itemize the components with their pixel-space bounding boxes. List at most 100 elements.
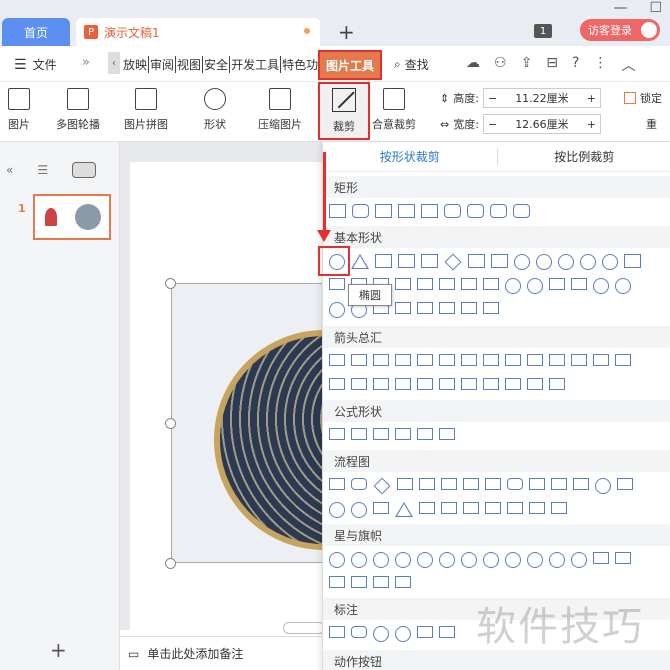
shape-right-bracket[interactable] [439, 302, 455, 314]
width-decrement[interactable]: − [488, 118, 497, 131]
shape-striped-arrow[interactable] [329, 378, 345, 390]
shape-left-brace[interactable] [461, 302, 477, 314]
add-slide-button[interactable]: + [50, 638, 67, 662]
shape-circular-arrow[interactable] [549, 378, 565, 390]
shape-frame[interactable] [329, 278, 345, 290]
shape-flow-connector[interactable] [595, 478, 611, 494]
shape-ribbon-up[interactable] [593, 552, 609, 564]
shape-flow-manual-input[interactable] [551, 478, 567, 490]
shape-scroll-horizontal[interactable] [351, 576, 367, 588]
shape-teardrop[interactable] [624, 254, 641, 268]
shape-flow-stored-data[interactable] [441, 502, 457, 514]
tab-document[interactable]: P 演示文稿1 [76, 18, 320, 46]
shape-flow-manual-operation[interactable] [573, 478, 589, 490]
shape-round-diag-rect[interactable] [490, 204, 507, 218]
shape-parallelogram[interactable] [398, 254, 415, 268]
window-count-badge[interactable]: 1 [534, 24, 552, 38]
shape-rounded-rect[interactable] [352, 204, 369, 218]
tab-picture-tools[interactable]: 图片工具 [318, 50, 382, 80]
thumbnail-view-icon[interactable] [72, 162, 97, 178]
shape-down-arrow-callout[interactable] [483, 378, 499, 390]
shape-scroll-vertical[interactable] [329, 576, 345, 588]
shape-ribbon-down[interactable] [615, 552, 631, 564]
shape-flow-display[interactable] [551, 502, 567, 514]
shape-snip-round-rect[interactable] [513, 204, 530, 218]
shape-left-bracket[interactable] [417, 302, 433, 314]
new-tab-button[interactable]: + [338, 20, 355, 44]
shape-math-divide[interactable] [395, 428, 411, 440]
shape-callout-line-2[interactable] [439, 626, 455, 638]
shape-left-right-arrow[interactable] [417, 354, 433, 366]
shape-star-6[interactable] [417, 552, 433, 568]
shape-star-16[interactable] [527, 552, 543, 568]
shape-smiley[interactable] [593, 278, 609, 294]
shape-flow-terminator[interactable] [507, 478, 523, 490]
menu-item-view[interactable]: 视图 [176, 56, 204, 73]
shape-quad-arrow-callout[interactable] [527, 378, 543, 390]
shape-left-right-up-arrow[interactable] [483, 354, 499, 366]
dock-icon[interactable]: ⊟ [546, 55, 558, 75]
shape-flow-extract[interactable] [395, 502, 413, 517]
shape-explosion-1[interactable] [329, 552, 345, 568]
shape-bevel[interactable] [483, 278, 499, 290]
shape-snip-rect[interactable] [375, 204, 392, 218]
cloud-icon[interactable]: ☁ [466, 55, 480, 75]
shape-diamond[interactable] [444, 253, 462, 271]
shape-heart[interactable] [615, 278, 631, 294]
outline-view-icon[interactable]: ☰ [37, 163, 48, 177]
resize-handle[interactable] [165, 418, 176, 429]
menu-item-developer[interactable]: 开发工具 [230, 56, 282, 73]
width-input[interactable]: − 12.66厘米 + [482, 114, 601, 134]
shape-up-arrow-callout[interactable] [461, 378, 477, 390]
shape-right-arrow-callout[interactable] [417, 378, 433, 390]
shape-plus[interactable] [395, 278, 411, 290]
shape-down-arrow[interactable] [395, 354, 411, 366]
shape-flow-direct-access[interactable] [529, 502, 545, 514]
shape-bent-arrow[interactable] [505, 354, 521, 366]
shape-star-4[interactable] [373, 552, 389, 568]
find-button[interactable]: ⌕ 查找 [394, 56, 429, 73]
shape-star-24[interactable] [549, 552, 565, 568]
shape-button[interactable]: 形状 [204, 88, 226, 132]
shape-flow-alt-process[interactable] [351, 478, 367, 490]
shape-triangle[interactable] [351, 254, 369, 269]
menu-item-review[interactable]: 审阅 [149, 56, 177, 73]
shape-flow-sequential[interactable] [485, 502, 501, 514]
shape-double-wave[interactable] [395, 576, 411, 588]
shape-decagon[interactable] [558, 254, 574, 270]
shape-donut[interactable] [505, 278, 521, 294]
shape-flow-process[interactable] [329, 478, 345, 490]
shape-star-5[interactable] [395, 552, 411, 568]
shape-right-arrow[interactable] [329, 354, 345, 366]
reset-label[interactable]: 重 [646, 116, 657, 132]
shape-callout-line-1[interactable] [417, 626, 433, 638]
shape-flow-multidocument[interactable] [485, 478, 501, 490]
horizontal-scrollbar[interactable] [283, 622, 325, 634]
shape-quad-arrow[interactable] [461, 354, 477, 366]
shape-callout-rounded[interactable] [351, 626, 367, 638]
shape-flow-document[interactable] [463, 478, 479, 490]
notes-bar[interactable]: ▭ 单击此处添加备注 [120, 636, 325, 670]
shape-star-32[interactable] [571, 552, 587, 568]
shape-block-arc[interactable] [549, 278, 565, 290]
shape-bent-up-arrow[interactable] [571, 354, 587, 366]
multi-carousel-button[interactable]: 多图轮播 [56, 88, 100, 132]
shape-round1-rect[interactable] [444, 204, 461, 218]
shape-up-down-arrow[interactable] [439, 354, 455, 366]
shape-pentagon[interactable] [468, 254, 485, 268]
shape-flow-collate[interactable] [373, 502, 389, 514]
shape-right-brace[interactable] [483, 302, 499, 314]
resize-handle[interactable] [165, 278, 176, 289]
shape-chevron[interactable] [395, 378, 411, 390]
width-increment[interactable]: + [587, 118, 596, 131]
shape-moon[interactable] [329, 302, 345, 318]
shape-left-arrow-callout[interactable] [439, 378, 455, 390]
shape-notched-arrow[interactable] [351, 378, 367, 390]
shape-math-plus[interactable] [329, 428, 345, 440]
shape-octagon[interactable] [536, 254, 552, 270]
shape-snip-diag-rect[interactable] [421, 204, 438, 218]
tab-crop-by-ratio[interactable]: 按比例裁剪 [498, 142, 670, 171]
free-crop-button[interactable]: 合意裁剪 [372, 88, 416, 132]
shape-math-minus[interactable] [351, 428, 367, 440]
shape-star-8[interactable] [461, 552, 477, 568]
